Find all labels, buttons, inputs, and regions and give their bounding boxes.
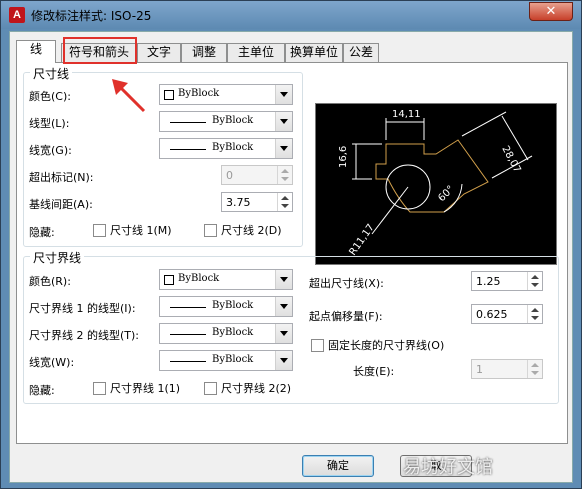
preview-dim-radius: R11,17: [347, 222, 376, 257]
chevron-down-icon[interactable]: [275, 112, 292, 131]
line-sample-icon: [170, 361, 206, 362]
dim-linetype-label: 线型(L):: [29, 117, 70, 130]
ext-linetype2-value: ByBlock: [212, 327, 254, 338]
ext-linetype2-select[interactable]: ByBlock: [159, 323, 293, 344]
origin-offset-label: 起点偏移量(F):: [309, 310, 383, 323]
spinner-arrows-icon[interactable]: [277, 193, 292, 211]
suppress-dim-line-2-label: 尺寸线 2(D): [221, 224, 282, 237]
line-sample-icon: [170, 149, 206, 150]
spinner-arrows-icon[interactable]: [527, 305, 542, 323]
fixed-length-label: 固定长度的尺寸界线(O): [328, 339, 445, 352]
tab-text[interactable]: 文字: [137, 43, 181, 62]
suppress-dim-line-2-checkbox[interactable]: 尺寸线 2(D): [204, 222, 282, 238]
preview-dim-top: 14,11: [392, 109, 421, 120]
chevron-down-icon[interactable]: [275, 85, 292, 104]
origin-offset-value: 0.625: [476, 308, 508, 321]
checkbox-box[interactable]: [311, 339, 324, 352]
dim-lineweight-select[interactable]: ByBlock: [159, 138, 293, 159]
ext-color-label: 颜色(R):: [29, 275, 71, 288]
dim-suppress-label: 隐藏:: [29, 226, 55, 239]
checkbox-box[interactable]: [204, 224, 217, 237]
dialog-window: A 修改标注样式: ISO-25 ✕ 线 符号和箭头 文字 调整 主单位 换算单…: [0, 0, 582, 489]
preview-dim-angle: 60°: [436, 184, 456, 204]
ext-linetype1-value: ByBlock: [212, 300, 254, 311]
extend-ticks-value: 0: [226, 169, 233, 182]
tab-fit[interactable]: 调整: [181, 43, 227, 62]
preview-dim-left: 16,6: [338, 146, 349, 168]
ext-linetype1-select[interactable]: ByBlock: [159, 296, 293, 317]
suppress-ext-line-1-label: 尺寸界线 1(1): [110, 382, 181, 395]
ext-linetype2-label: 尺寸界线 2 的线型(T):: [29, 329, 139, 342]
extend-beyond-label: 超出尺寸线(X):: [309, 277, 384, 290]
dim-lines-group-label: 尺寸线: [30, 65, 73, 82]
suppress-dim-line-1-label: 尺寸线 1(M): [110, 224, 172, 237]
spinner-arrows-icon[interactable]: [277, 166, 292, 184]
line-sample-icon: [170, 122, 206, 123]
chevron-down-icon[interactable]: [275, 297, 292, 316]
checkbox-box[interactable]: [93, 224, 106, 237]
ext-lines-group-label: 尺寸界线: [30, 249, 85, 266]
chevron-down-icon[interactable]: [275, 324, 292, 343]
spinner-arrows-icon[interactable]: [527, 360, 542, 378]
spinner-arrows-icon[interactable]: [527, 272, 542, 290]
tab-alternate-units[interactable]: 换算单位: [285, 43, 343, 62]
chevron-down-icon[interactable]: [275, 139, 292, 158]
dim-lineweight-value: ByBlock: [212, 142, 254, 153]
extend-ticks-spinner[interactable]: 0: [221, 165, 293, 185]
length-label: 长度(E):: [353, 365, 395, 378]
chevron-down-icon[interactable]: [275, 351, 292, 370]
line-sample-icon: [170, 334, 206, 335]
dim-lineweight-label: 线宽(G):: [29, 144, 72, 157]
suppress-dim-line-1-checkbox[interactable]: 尺寸线 1(M): [93, 222, 172, 238]
line-sample-icon: [170, 307, 206, 308]
length-value: 1: [476, 363, 483, 376]
chevron-down-icon[interactable]: [275, 270, 292, 289]
checkbox-box[interactable]: [93, 382, 106, 395]
suppress-ext-line-1-checkbox[interactable]: 尺寸界线 1(1): [93, 380, 180, 396]
dialog-client: 线 符号和箭头 文字 调整 主单位 换算单位 公差 尺寸线 颜色(C): ByB…: [9, 31, 573, 483]
preview-panel: 14,11 16,6 28,07 60° R11,17: [315, 103, 557, 265]
annotation-arrow-icon: [112, 79, 146, 113]
dim-linetype-select[interactable]: ByBlock: [159, 111, 293, 132]
tab-panel-lines: 尺寸线 颜色(C): ByBlock 线型(L): ByBlock 线宽(G):…: [16, 62, 568, 444]
ext-color-select[interactable]: ByBlock: [159, 269, 293, 290]
checkbox-box[interactable]: [204, 382, 217, 395]
length-spinner[interactable]: 1: [471, 359, 543, 379]
ext-lineweight-select[interactable]: ByBlock: [159, 350, 293, 371]
dimension-preview-drawing: 14,11 16,6 28,07 60° R11,17: [338, 109, 533, 258]
extend-beyond-value: 1.25: [476, 275, 501, 288]
color-swatch-icon: [164, 90, 174, 100]
dim-color-value: ByBlock: [178, 88, 220, 99]
ext-color-value: ByBlock: [178, 273, 220, 284]
window-title: 修改标注样式: ISO-25: [31, 9, 152, 23]
ext-lineweight-value: ByBlock: [212, 354, 254, 365]
tab-tolerances[interactable]: 公差: [343, 43, 379, 62]
ext-linetype1-label: 尺寸界线 1 的线型(I):: [29, 302, 136, 315]
ext-suppress-label: 隐藏:: [29, 384, 55, 397]
ok-button[interactable]: 确定: [302, 455, 374, 477]
baseline-spacing-spinner[interactable]: 3.75: [221, 192, 293, 212]
dim-color-label: 颜色(C):: [29, 90, 71, 103]
extend-beyond-spinner[interactable]: 1.25: [471, 271, 543, 291]
tab-lines[interactable]: 线: [16, 40, 56, 63]
suppress-ext-line-2-checkbox[interactable]: 尺寸界线 2(2): [204, 380, 291, 396]
fixed-length-checkbox[interactable]: 固定长度的尺寸界线(O): [311, 337, 444, 353]
extend-ticks-label: 超出标记(N):: [29, 171, 94, 184]
annotation-highlight-box: [63, 37, 137, 64]
ext-lineweight-label: 线宽(W):: [29, 356, 75, 369]
dim-color-select[interactable]: ByBlock: [159, 84, 293, 105]
preview-dim-right: 28,07: [499, 144, 522, 174]
origin-offset-spinner[interactable]: 0.625: [471, 304, 543, 324]
title-bar[interactable]: A 修改标注样式: ISO-25 ✕: [1, 1, 581, 29]
dim-linetype-value: ByBlock: [212, 115, 254, 126]
baseline-spacing-value: 3.75: [226, 196, 251, 209]
tab-primary-units[interactable]: 主单位: [227, 43, 285, 62]
color-swatch-icon: [164, 275, 174, 285]
watermark-text: 易坊好文馆: [403, 457, 493, 478]
close-button[interactable]: ✕: [529, 2, 573, 21]
autocad-app-icon: A: [9, 7, 25, 23]
suppress-ext-line-2-label: 尺寸界线 2(2): [221, 382, 292, 395]
baseline-spacing-label: 基线间距(A):: [29, 198, 93, 211]
